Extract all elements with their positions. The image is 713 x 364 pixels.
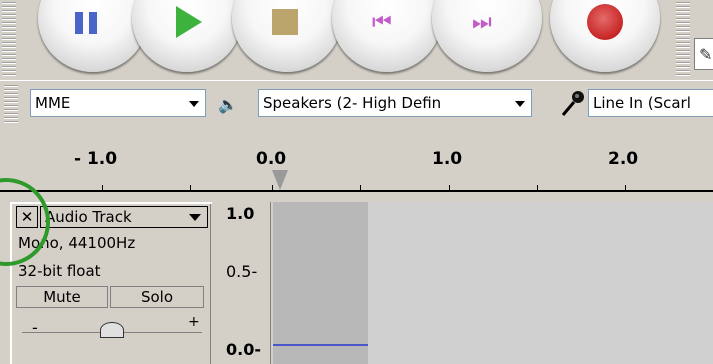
gain-slider-thumb[interactable] [100,322,124,338]
chevron-down-icon [515,101,525,107]
audio-host-select[interactable]: MME [30,89,206,117]
ruler-tick [360,185,361,190]
waveform-line [273,344,368,346]
gain-plus-label: + [188,314,200,330]
track-name-label: Audio Track [45,208,132,226]
record-icon [587,4,623,40]
input-device-select[interactable]: Line In (Scarl [588,89,713,117]
speaker-icon: 🔈 [218,95,238,114]
ruler-label: 1.0 [432,149,463,169]
device-toolbar-grip[interactable] [4,85,18,123]
output-device-select[interactable]: Speakers (2- High Defin [258,89,532,117]
device-toolbar: MME 🔈 Speakers (2- High Defin Line In (S… [0,80,713,128]
timeline-ruler[interactable]: - 1.0 0.0 1.0 2.0 [0,127,713,192]
gain-minus-label: - [32,318,38,337]
skip-to-end-button[interactable]: ⏭ [432,0,542,72]
play-button[interactable] [132,0,242,72]
ruler-tick [625,185,626,190]
ruler-label: - 1.0 [74,149,118,169]
skip-to-end-icon: ⏭ [472,10,492,35]
stop-button[interactable] [232,0,342,72]
skip-to-start-button[interactable]: ⏮ [332,0,442,72]
ruler-tick [449,185,450,190]
waveform-area[interactable] [368,202,713,364]
ruler-tick [537,185,538,190]
solo-button[interactable]: Solo [110,286,204,308]
ruler-label: 0.0 [256,149,287,169]
vruler-label: 0.5- [226,262,258,281]
ruler-label: 2.0 [608,149,639,169]
draw-tool-button[interactable]: ✎ [694,38,713,70]
track-bit-depth: 32-bit float [18,262,101,280]
input-device-value: Line In (Scarl [593,94,691,112]
vruler-label: 0.0- [226,340,261,359]
audio-host-value: MME [35,94,71,112]
transport-toolbar: ⏮ ⏭ ✎ [0,0,713,81]
play-icon [176,6,202,38]
tools-grip[interactable] [676,2,690,78]
output-device-value: Speakers (2- High Defin [263,94,442,112]
playhead-marker[interactable] [272,170,288,190]
mute-label: Mute [43,288,81,306]
vertical-ruler: 1.0 0.5- 0.0- [212,202,271,364]
pencil-icon: ✎ [699,45,713,64]
vruler-label: 1.0 [226,204,255,223]
toolbar-grip[interactable] [2,2,16,78]
selected-region[interactable] [273,202,369,364]
track-name-menu[interactable]: Audio Track [40,206,208,228]
mute-button[interactable]: Mute [16,286,108,308]
stop-icon [272,9,298,35]
track-area: ✕ Audio Track Mono, 44100Hz 32-bit float… [0,192,713,364]
ruler-tick [102,185,103,190]
audacity-window: ⏮ ⏭ ✎ MME 🔈 Speakers (2- High Defin Line… [0,0,713,364]
ruler-tick [190,185,191,190]
chevron-down-icon [189,101,199,107]
chevron-down-icon [189,214,201,221]
microphone-icon [561,91,584,116]
skip-to-start-icon: ⏮ [372,10,392,35]
record-button[interactable] [550,0,660,72]
pause-icon [75,12,83,34]
solo-label: Solo [140,288,174,306]
